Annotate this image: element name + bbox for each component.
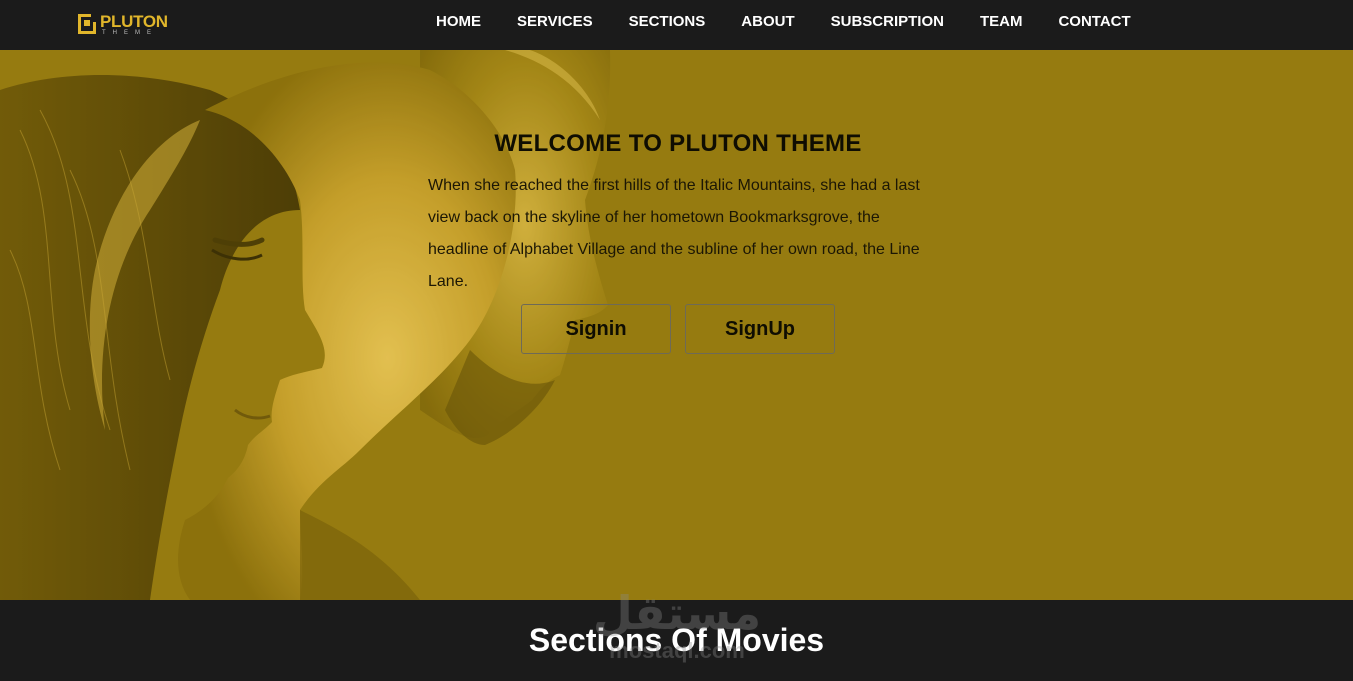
- signup-button[interactable]: SignUp: [685, 304, 835, 354]
- hero-buttons: Signin SignUp: [521, 304, 835, 354]
- section-title: Sections Of Movies: [528, 622, 825, 658]
- main-nav: HOME SERVICES SECTIONS ABOUT SUBSCRIPTIO…: [418, 0, 1149, 50]
- nav-link-team[interactable]: TEAM: [962, 0, 1041, 44]
- nav-link-sections[interactable]: SECTIONS: [611, 0, 724, 44]
- brand-tagline: THEME: [102, 30, 158, 36]
- logo-mark-icon: [78, 14, 97, 34]
- nav-link-services[interactable]: SERVICES: [499, 0, 611, 44]
- signin-button[interactable]: Signin: [521, 304, 671, 354]
- hero-section: WELCOME TO PLUTON THEME When she reached…: [0, 50, 1353, 600]
- top-navbar: PLUTON THEME HOME SERVICES SECTIONS ABOU…: [0, 0, 1353, 50]
- hero-content: WELCOME TO PLUTON THEME When she reached…: [428, 130, 928, 298]
- nav-link-home[interactable]: HOME: [418, 0, 499, 44]
- brand-name: PLUTON: [100, 12, 168, 31]
- nav-link-about[interactable]: ABOUT: [723, 0, 812, 44]
- hero-description: When she reached the first hills of the …: [428, 177, 920, 290]
- nav-link-contact[interactable]: CONTACT: [1040, 0, 1148, 44]
- nav-link-subscription[interactable]: SUBSCRIPTION: [813, 0, 962, 44]
- hero-title: WELCOME TO PLUTON THEME: [494, 130, 862, 157]
- sections-header: Sections Of Movies: [0, 600, 1353, 681]
